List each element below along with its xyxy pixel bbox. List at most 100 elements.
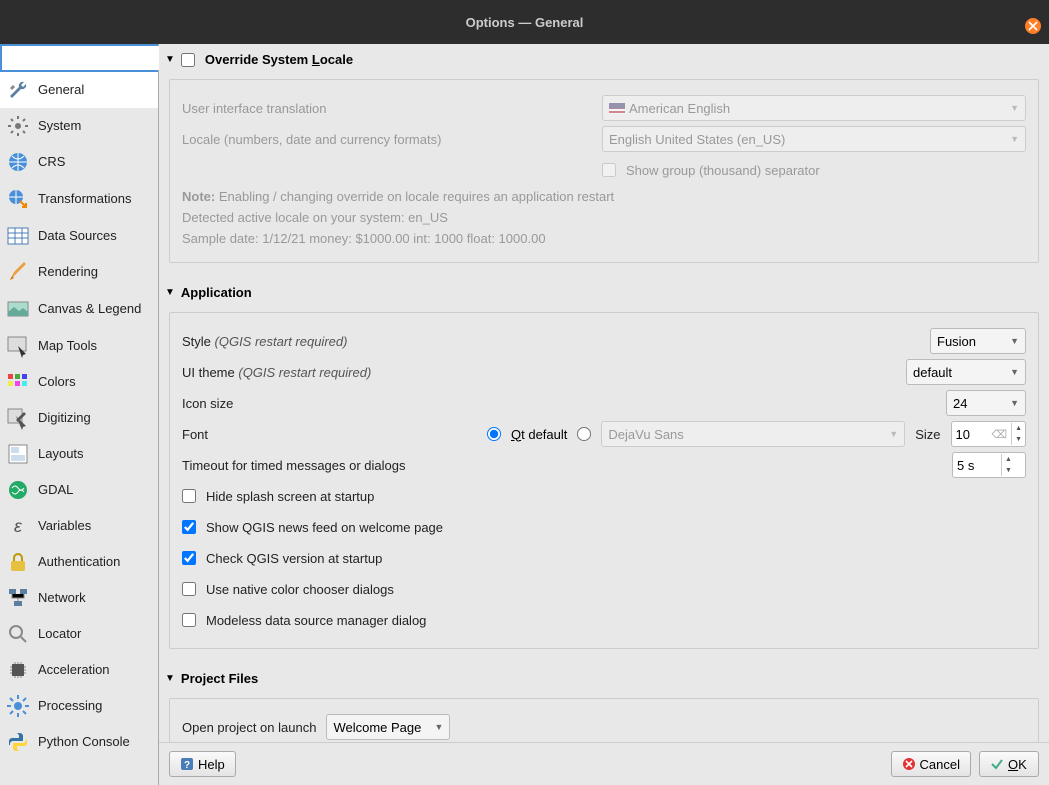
sidebar-item-label: General xyxy=(38,82,84,98)
chevron-down-icon: ▼ xyxy=(1010,103,1019,113)
sidebar-item-label: Data Sources xyxy=(38,228,117,244)
sidebar-item-network[interactable]: Network xyxy=(0,580,158,616)
theme-combo[interactable]: default ▼ xyxy=(906,359,1026,385)
chevron-down-icon: ▼ xyxy=(435,722,444,732)
ok-button[interactable]: OK xyxy=(979,751,1039,777)
cancel-button[interactable]: Cancel xyxy=(891,751,971,777)
layout-icon xyxy=(6,442,30,466)
ui-translation-combo[interactable]: American English ▼ xyxy=(602,95,1026,121)
globe-icon xyxy=(6,150,30,174)
clear-icon[interactable]: ⌫ xyxy=(992,428,1008,441)
sidebar-item-general[interactable]: General xyxy=(0,72,158,108)
sidebar-item-crs[interactable]: CRS xyxy=(0,144,158,180)
open-project-value: Welcome Page xyxy=(333,720,421,735)
font-qt-default-radio[interactable] xyxy=(487,427,501,441)
icon-size-combo[interactable]: 24 ▼ xyxy=(946,390,1026,416)
sidebar-item-acceleration[interactable]: Acceleration xyxy=(0,652,158,688)
sidebar-item-label: Transformations xyxy=(38,191,131,207)
sidebar-item-label: Variables xyxy=(38,518,91,534)
native-color-checkbox[interactable] xyxy=(182,582,196,596)
sidebar-item-processing[interactable]: Processing xyxy=(0,688,158,724)
spin-down[interactable]: ▼ xyxy=(1002,465,1015,476)
sidebar-item-label: CRS xyxy=(38,154,65,170)
button-bar: ? Help Cancel OK xyxy=(159,742,1049,785)
chevron-down-icon: ▼ xyxy=(1010,367,1019,377)
locale-detected: Detected active locale on your system: e… xyxy=(182,210,1026,225)
chip-icon xyxy=(6,658,30,682)
sidebar-item-label: Layouts xyxy=(38,446,84,462)
chevron-down-icon: ▼ xyxy=(1010,134,1019,144)
timeout-spinner[interactable]: ▲▼ xyxy=(952,452,1026,478)
brush-icon xyxy=(6,260,30,284)
help-button[interactable]: ? Help xyxy=(169,751,236,777)
sidebar-list: General System CRS Transformations Data Sour… xyxy=(0,72,158,785)
sidebar-item-colors[interactable]: Colors xyxy=(0,364,158,400)
font-custom-radio[interactable] xyxy=(577,427,591,441)
thousand-sep-label: Show group (thousand) separator xyxy=(626,163,820,178)
sidebar-item-variables[interactable]: ε Variables xyxy=(0,508,158,544)
font-name-value: DejaVu Sans xyxy=(608,427,683,442)
sidebar-item-label: Map Tools xyxy=(38,338,97,354)
section-locale-body: User interface translation American Engl… xyxy=(169,79,1039,263)
sidebar-item-data-sources[interactable]: Data Sources xyxy=(0,218,158,254)
close-button[interactable] xyxy=(1025,18,1041,34)
font-size-label: Size xyxy=(915,427,940,442)
locale-note: Note: Enabling / changing override on lo… xyxy=(182,189,1026,204)
collapse-icon[interactable]: ▼ xyxy=(165,54,175,65)
spin-up[interactable]: ▲ xyxy=(1012,423,1025,434)
sidebar: General System CRS Transformations Data Sour… xyxy=(0,44,159,785)
sidebar-item-transformations[interactable]: Transformations xyxy=(0,180,158,218)
collapse-icon[interactable]: ▼ xyxy=(165,673,175,684)
section-application-header: ▼ Application xyxy=(159,277,1049,306)
thousand-sep-checkbox[interactable] xyxy=(602,163,616,177)
spin-down[interactable]: ▼ xyxy=(1012,434,1025,445)
sidebar-item-canvas-legend[interactable]: Canvas & Legend xyxy=(0,290,158,328)
open-project-combo[interactable]: Welcome Page ▼ xyxy=(326,714,450,740)
check-version-checkbox[interactable] xyxy=(182,551,196,565)
hide-splash-checkbox[interactable] xyxy=(182,489,196,503)
font-size-value[interactable] xyxy=(952,427,992,442)
sidebar-item-label: Python Console xyxy=(38,734,130,750)
theme-value: default xyxy=(913,365,952,380)
sidebar-item-locator[interactable]: Locator xyxy=(0,616,158,652)
picture-icon xyxy=(6,297,30,321)
gear-icon xyxy=(6,114,30,138)
sidebar-item-map-tools[interactable]: Map Tools xyxy=(0,328,158,364)
style-combo[interactable]: Fusion ▼ xyxy=(930,328,1026,354)
cancel-icon xyxy=(902,757,916,771)
font-size-spinner[interactable]: ⌫ ▲▼ xyxy=(951,421,1027,447)
show-news-checkbox[interactable] xyxy=(182,520,196,534)
lock-icon xyxy=(6,550,30,574)
sidebar-item-system[interactable]: System xyxy=(0,108,158,144)
sidebar-item-authentication[interactable]: Authentication xyxy=(0,544,158,580)
collapse-icon[interactable]: ▼ xyxy=(165,287,175,298)
locale-format-combo[interactable]: English United States (en_US) ▼ xyxy=(602,126,1026,152)
section-project-files-header: ▼ Project Files xyxy=(159,663,1049,692)
python-icon xyxy=(6,730,30,754)
content-area: ▼ Override System Locale User interface … xyxy=(159,44,1049,742)
timeout-value[interactable] xyxy=(953,458,1001,473)
table-icon xyxy=(6,224,30,248)
show-news-label: Show QGIS news feed on welcome page xyxy=(206,520,443,535)
chevron-down-icon: ▼ xyxy=(889,429,898,439)
modeless-checkbox[interactable] xyxy=(182,613,196,627)
sidebar-search[interactable] xyxy=(0,44,158,72)
sidebar-item-label: Processing xyxy=(38,698,102,714)
sidebar-item-python-console[interactable]: Python Console xyxy=(0,724,158,760)
font-name-combo[interactable]: DejaVu Sans ▼ xyxy=(601,421,905,447)
sidebar-item-digitizing[interactable]: Digitizing xyxy=(0,400,158,436)
section-application-title: Application xyxy=(181,285,252,300)
svg-text:?: ? xyxy=(184,760,190,771)
spin-up[interactable]: ▲ xyxy=(1002,454,1015,465)
gear-blue-icon xyxy=(6,694,30,718)
sidebar-item-rendering[interactable]: Rendering xyxy=(0,254,158,290)
sidebar-item-layouts[interactable]: Layouts xyxy=(0,436,158,472)
sidebar-item-gdal[interactable]: GDAL xyxy=(0,472,158,508)
section-project-files-body: Open project on launch Welcome Page ▼ xyxy=(169,698,1039,742)
override-locale-checkbox[interactable] xyxy=(181,53,195,67)
icon-size-value: 24 xyxy=(953,396,967,411)
svg-text:ε: ε xyxy=(14,516,23,536)
qt-default-label: Qt default xyxy=(511,427,567,442)
locale-format-value: English United States (en_US) xyxy=(609,132,785,147)
help-button-label: Help xyxy=(198,757,225,772)
